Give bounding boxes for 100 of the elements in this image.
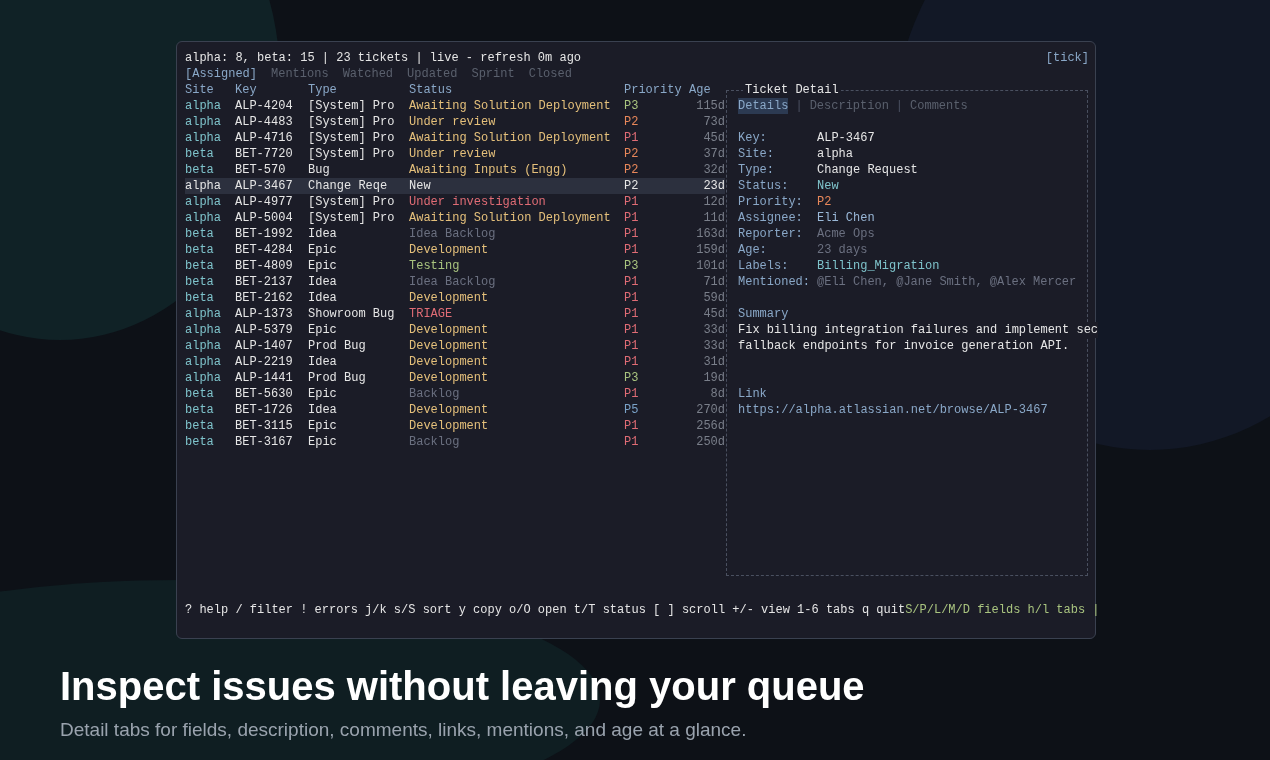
age-cell-text: 31d	[702, 354, 725, 370]
table-row[interactable]: alpha ALP-2219 Idea Development P1 31d	[185, 354, 725, 370]
field-label: Labels:	[738, 258, 790, 274]
status-cell-text: Idea Backlog	[409, 226, 497, 242]
status-cell-text: Testing	[409, 258, 461, 274]
site-cell-text: beta	[185, 402, 215, 418]
field-value: alpha	[817, 146, 853, 162]
column-header[interactable]: Age	[689, 82, 725, 98]
priority-cell-text: P5	[624, 402, 640, 418]
priority-cell-text: P2	[624, 114, 640, 130]
type-cell-text: Prod Bug	[308, 338, 367, 354]
site-cell-text: beta	[185, 290, 215, 306]
column-header[interactable]: Status	[409, 82, 624, 98]
age-cell-text: 59d	[702, 290, 725, 306]
table-row[interactable]: beta BET-4809 Epic Testing P3 101d	[185, 258, 725, 274]
age-cell-text: 73d	[702, 114, 725, 130]
table-row[interactable]: beta BET-2137 Idea Idea Backlog P1 71d	[185, 274, 725, 290]
type-cell-text: Idea	[308, 274, 338, 290]
table-row[interactable]: alpha ALP-3467 Change Reqe New P2 23d	[185, 178, 725, 194]
priority-cell-text: P1	[624, 226, 640, 242]
status-cell-text: Development	[409, 290, 490, 306]
ticket-link[interactable]: https://alpha.atlassian.net/browse/ALP-3467	[738, 402, 1048, 418]
field-label: Age:	[738, 242, 768, 258]
age-cell-text: 45d	[702, 306, 725, 322]
site-cell-text: alpha	[185, 322, 222, 338]
column-header[interactable]: Site	[185, 82, 235, 98]
table-row[interactable]: alpha ALP-4483 [System] Pro Under review P2 73d	[185, 114, 725, 130]
table-row[interactable]: alpha ALP-1373 Showroom Bug TRIAGE P1 45d	[185, 306, 725, 322]
site-cell-text: beta	[185, 258, 215, 274]
site-cell-text: alpha	[185, 306, 222, 322]
table-row[interactable]: beta BET-5630 Epic Backlog P1 8d	[185, 386, 725, 402]
site-cell-text: alpha	[185, 178, 222, 194]
priority-cell-text: P1	[624, 322, 640, 338]
site-cell-text: alpha	[185, 210, 222, 226]
age-cell-text: 8d	[709, 386, 725, 402]
site-cell-text: beta	[185, 386, 215, 402]
site-cell-text: alpha	[185, 370, 222, 386]
tab-separator: |	[795, 98, 803, 114]
table-row[interactable]: beta BET-4284 Epic Development P1 159d	[185, 242, 725, 258]
status-cell-text: Development	[409, 242, 490, 258]
table-row[interactable]: beta BET-3115 Epic Development P1 256d	[185, 418, 725, 434]
field-label: Assignee:	[738, 210, 804, 226]
table-row[interactable]: alpha ALP-5379 Epic Development P1 33d	[185, 322, 725, 338]
summary-text: fallback endpoints for invoice generation API.	[738, 338, 1070, 354]
status-cell-text: Development	[409, 354, 490, 370]
age-cell-text: 11d	[702, 210, 725, 226]
age-cell-text: 250d	[695, 434, 725, 450]
status-cell-text: Backlog	[409, 434, 461, 450]
site-cell-text: beta	[185, 242, 215, 258]
key-cell-text: BET-2162	[235, 290, 294, 306]
key-cell-text: ALP-5379	[235, 322, 294, 338]
status-cell-text: TRIAGE	[409, 306, 454, 322]
age-cell-text: 32d	[702, 162, 725, 178]
table-row[interactable]: alpha ALP-4977 [System] Pro Under investigation P1 12d	[185, 194, 725, 210]
caption-title: Inspect issues without leaving your queue	[60, 663, 865, 710]
priority-cell-text: P1	[624, 290, 640, 306]
key-cell-text: ALP-1441	[235, 370, 294, 386]
type-cell-text: Idea	[308, 226, 338, 242]
key-cell-text: ALP-3467	[235, 178, 294, 194]
age-cell-text: 163d	[695, 226, 725, 242]
table-row[interactable]: beta BET-2162 Idea Development P1 59d	[185, 290, 725, 306]
table-row[interactable]: beta BET-1726 Idea Development P5 270d	[185, 402, 725, 418]
age-cell-text: 19d	[702, 370, 725, 386]
detail-tab[interactable]: Details	[738, 98, 789, 114]
table-row[interactable]: beta BET-570 Bug Awaiting Inputs (Engg) P2 32d	[185, 162, 725, 178]
column-header[interactable]: Type	[308, 82, 409, 98]
age-cell-text: 37d	[702, 146, 725, 162]
table-row[interactable]: alpha ALP-5004 [System] Pro Awaiting Solution Deployment P1 11d	[185, 210, 725, 226]
field-label: Site:	[738, 146, 775, 162]
status-cell-text: Development	[409, 402, 490, 418]
key-cell-text: ALP-4716	[235, 130, 294, 146]
table-row[interactable]: alpha ALP-4204 [System] Pro Awaiting Solution Deployment P3 115d	[185, 98, 725, 114]
table-row[interactable]: alpha ALP-1407 Prod Bug Development P1 33d	[185, 338, 725, 354]
field-label: Reporter:	[738, 226, 804, 242]
type-cell-text: Bug	[308, 162, 331, 178]
key-cell-text: BET-1992	[235, 226, 294, 242]
age-cell-text: 115d	[695, 98, 725, 114]
summary-text: Fix billing integration failures and implement sec	[738, 322, 1099, 338]
table-row[interactable]: beta BET-3167 Epic Backlog P1 250d	[185, 434, 725, 450]
view-tab[interactable]: [Assigned]	[185, 66, 257, 82]
status-summary: alpha: 8, beta: 15 | 23 tickets | live - refresh 0m ago	[185, 50, 582, 66]
age-cell-text: 71d	[702, 274, 725, 290]
table-row[interactable]: alpha ALP-1441 Prod Bug Development P3 19d	[185, 370, 725, 386]
priority-cell-text: P1	[624, 194, 640, 210]
status-cell-text: Awaiting Solution Deployment	[409, 210, 612, 226]
age-cell-text: 33d	[702, 338, 725, 354]
priority-cell-text: P2	[624, 178, 640, 194]
age-cell-text: 159d	[695, 242, 725, 258]
table-row[interactable]: beta BET-1992 Idea Idea Backlog P1 163d	[185, 226, 725, 242]
table-row[interactable]: beta BET-7720 [System] Pro Under review P2 37d	[185, 146, 725, 162]
field-value: @Eli Chen, @Jane Smith, @Alex Mercer	[817, 274, 1077, 290]
keybinding-help: ? help / filter ! errors j/k s/S sort y copy o/O open t/T status [ ] scroll +/- view 1-6 tabs q quit	[185, 602, 906, 618]
key-cell-text: ALP-5004	[235, 210, 294, 226]
priority-cell-text: P1	[624, 130, 640, 146]
column-header[interactable]: Key	[235, 82, 308, 98]
priority-cell-text: P1	[624, 274, 640, 290]
column-header[interactable]: Priority	[624, 82, 689, 98]
priority-cell-text: P2	[624, 146, 640, 162]
status-cell-text: Awaiting Solution Deployment	[409, 98, 612, 114]
table-row[interactable]: alpha ALP-4716 [System] Pro Awaiting Solution Deployment P1 45d	[185, 130, 725, 146]
